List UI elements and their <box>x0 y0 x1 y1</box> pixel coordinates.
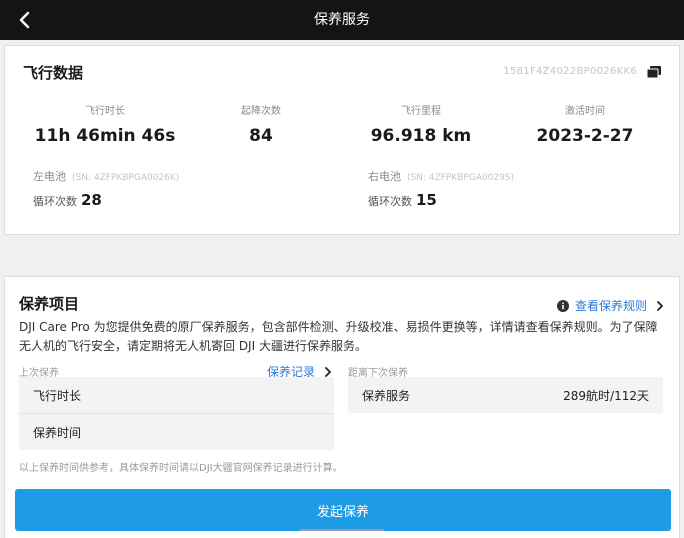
maintenance-title: 保养项目 <box>19 295 80 313</box>
focus-underline <box>300 529 384 531</box>
right-battery-label: 右电池 <box>368 170 401 183</box>
flight-data-title: 飞行数据 <box>23 64 84 82</box>
maintenance-card: 保养项目 查看保养规则 DJI Care Pro 为您提供免费的原厂保养服务，包… <box>4 276 680 538</box>
last-maintenance-time-row: 保养时间 <box>19 414 334 450</box>
next-service-label: 保养服务 <box>362 388 411 403</box>
view-rules-link[interactable]: 查看保养规则 <box>556 297 665 314</box>
last-row-label-time: 保养时间 <box>33 425 82 440</box>
last-row-label-flight-time: 飞行时长 <box>33 388 82 403</box>
right-cycle-value: 15 <box>416 191 437 209</box>
page-title: 保养服务 <box>314 12 370 28</box>
top-bar: 保养服务 <box>0 0 684 40</box>
left-cycle-value: 28 <box>81 191 102 209</box>
stat-value-flight-time: 11h 46min 46s <box>34 126 176 146</box>
maintenance-footnote: 以上保养时间供参考，具体保养时间请以DJI大疆官网保养记录进行计算。 <box>19 463 343 474</box>
stat-label-flight-time: 飞行时长 <box>85 106 125 117</box>
next-service-value: 289航时/112天 <box>563 388 649 403</box>
flight-data-card: 飞行数据 1581F4Z4022BP0026KK6 飞行时长 11h 46min… <box>4 45 680 235</box>
left-battery-sn: (SN: 4ZFPKBPGA0026K) <box>72 173 180 183</box>
view-rules-label: 查看保养规则 <box>574 299 647 313</box>
right-battery-cycles: 循环次数 15 <box>368 191 437 209</box>
stat-value-distance: 96.918 km <box>370 126 472 146</box>
chevron-right-icon <box>325 366 331 377</box>
right-battery-sn: (SN: 4ZFPKBPGA0029S) <box>407 173 515 183</box>
right-battery: 右电池 (SN: 4ZFPKBPGA0029S) <box>368 168 514 184</box>
info-icon <box>556 299 569 312</box>
right-cycle-label: 循环次数 <box>368 195 412 208</box>
stat-label-takeoffs: 起降次数 <box>241 106 281 117</box>
next-service-row: 保养服务 289航时/112天 <box>348 377 663 413</box>
left-battery-cycles: 循环次数 28 <box>33 191 102 209</box>
chevron-right-icon <box>657 300 663 311</box>
aircraft-serial: 1581F4Z4022BP0026KK6 <box>503 66 637 77</box>
left-battery: 左电池 (SN: 4ZFPKBPGA0026K) <box>33 168 179 184</box>
stat-label-activation: 激活时间 <box>565 106 605 117</box>
maintenance-description: DJI Care Pro 为您提供免费的原厂保养服务，包含部件检测、升级校准、易… <box>19 320 658 353</box>
last-flight-time-row: 飞行时长 <box>19 377 334 413</box>
start-maintenance-button[interactable]: 发起保养 <box>15 489 671 531</box>
left-battery-label: 左电池 <box>33 170 66 183</box>
stat-value-takeoffs: 84 <box>249 126 273 146</box>
copy-icon[interactable] <box>647 66 661 78</box>
stat-value-activation: 2023-2-27 <box>536 126 634 146</box>
stat-label-distance: 飞行里程 <box>401 106 441 117</box>
left-cycle-label: 循环次数 <box>33 195 77 208</box>
